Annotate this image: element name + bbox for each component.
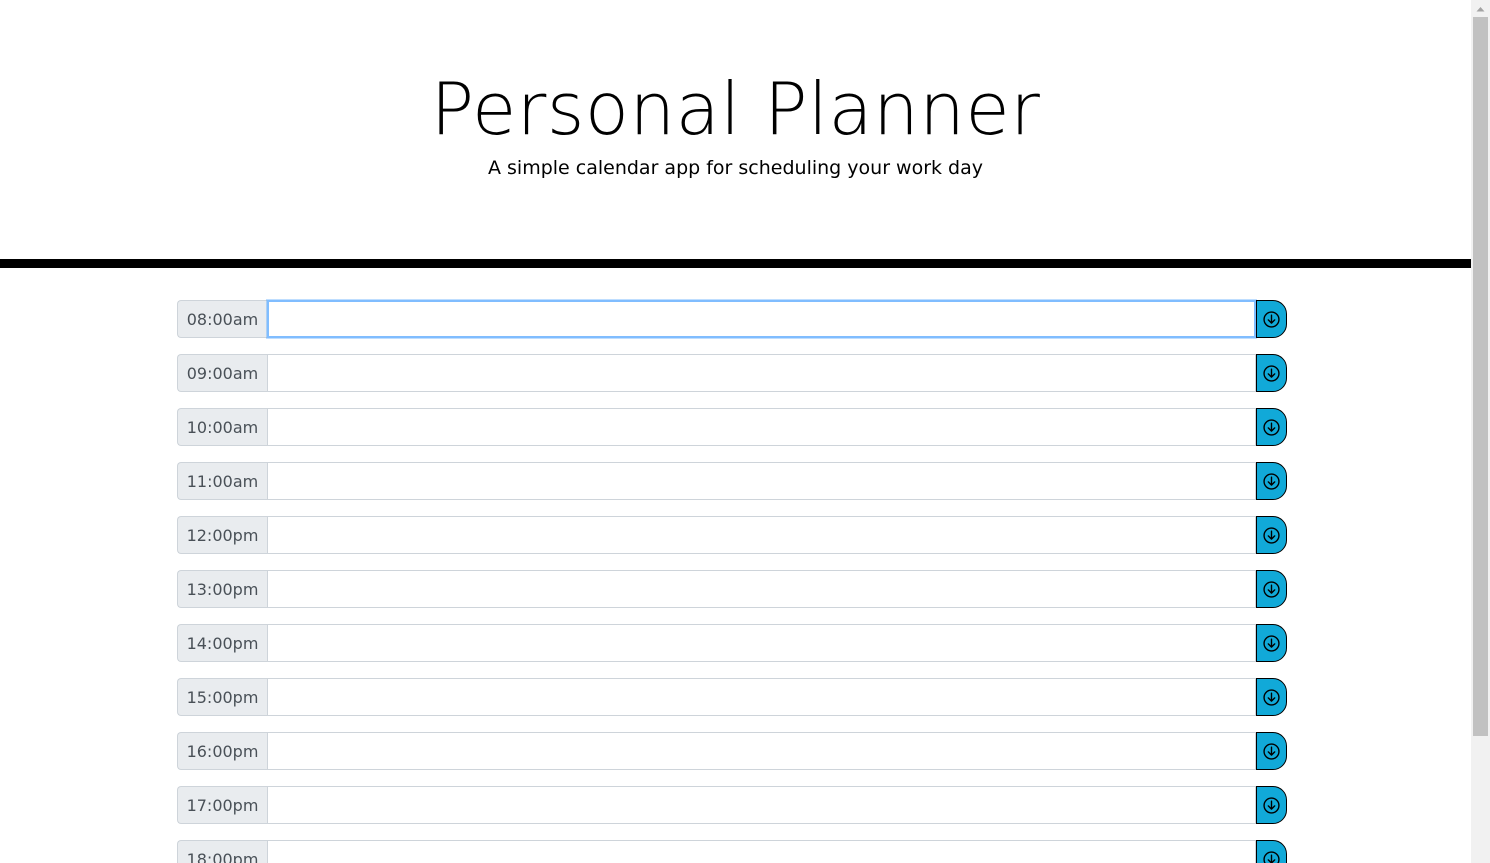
scrollbar-thumb[interactable] xyxy=(1473,17,1488,736)
arrow-down-circle-icon xyxy=(1263,850,1280,863)
task-input[interactable] xyxy=(267,840,1256,863)
task-input[interactable] xyxy=(267,462,1256,500)
timeblock-row: 10:00am xyxy=(177,408,1287,446)
task-input[interactable] xyxy=(267,786,1256,824)
hour-label: 13:00pm xyxy=(177,570,267,608)
arrow-down-circle-icon xyxy=(1263,688,1280,706)
hour-label: 12:00pm xyxy=(177,516,267,554)
task-input[interactable] xyxy=(267,732,1256,770)
task-input[interactable] xyxy=(267,408,1256,446)
hour-label: 18:00pm xyxy=(177,840,267,863)
arrow-down-circle-icon xyxy=(1263,634,1280,652)
timeblock-row: 08:00am xyxy=(177,300,1287,338)
hour-label: 15:00pm xyxy=(177,678,267,716)
save-button[interactable] xyxy=(1256,300,1287,338)
hour-label: 17:00pm xyxy=(177,786,267,824)
timeblock-row: 16:00pm xyxy=(177,732,1287,770)
task-input[interactable] xyxy=(267,678,1256,716)
task-input[interactable] xyxy=(267,354,1256,392)
arrow-down-circle-icon xyxy=(1263,310,1280,328)
hour-label: 10:00am xyxy=(177,408,267,446)
arrow-down-circle-icon xyxy=(1263,796,1280,814)
task-input[interactable] xyxy=(267,300,1256,338)
scroll-up-arrow-icon[interactable] xyxy=(1471,0,1490,17)
timeblock-row: 09:00am xyxy=(177,354,1287,392)
save-button[interactable] xyxy=(1256,462,1287,500)
arrow-down-circle-icon xyxy=(1263,526,1280,544)
save-button[interactable] xyxy=(1256,408,1287,446)
save-button[interactable] xyxy=(1256,732,1287,770)
task-input[interactable] xyxy=(267,570,1256,608)
hour-label: 11:00am xyxy=(177,462,267,500)
page-title: Personal Planner xyxy=(430,67,1041,151)
task-input[interactable] xyxy=(267,624,1256,662)
arrow-down-circle-icon xyxy=(1263,418,1280,436)
save-button[interactable] xyxy=(1256,570,1287,608)
page-subtitle: A simple calendar app for scheduling you… xyxy=(487,157,984,179)
timeblock-row: 12:00pm xyxy=(177,516,1287,554)
save-button[interactable] xyxy=(1256,354,1287,392)
save-button[interactable] xyxy=(1256,624,1287,662)
page: Personal Planner A simple calendar app f… xyxy=(0,0,1471,863)
timeblock-row: 15:00pm xyxy=(177,678,1287,716)
timeblock-row: 18:00pm xyxy=(177,840,1287,863)
timeblock-row: 14:00pm xyxy=(177,624,1287,662)
hour-label: 16:00pm xyxy=(177,732,267,770)
save-button[interactable] xyxy=(1256,840,1287,863)
timeblock-row: 13:00pm xyxy=(177,570,1287,608)
arrow-down-circle-icon xyxy=(1263,742,1280,760)
vertical-scrollbar[interactable] xyxy=(1471,0,1490,863)
save-button[interactable] xyxy=(1256,786,1287,824)
hour-label: 08:00am xyxy=(177,300,267,338)
hour-label: 09:00am xyxy=(177,354,267,392)
arrow-down-circle-icon xyxy=(1263,472,1280,490)
header-divider xyxy=(0,259,1471,268)
timeblock-row: 11:00am xyxy=(177,462,1287,500)
arrow-down-circle-icon xyxy=(1263,580,1280,598)
task-input[interactable] xyxy=(267,516,1256,554)
hour-label: 14:00pm xyxy=(177,624,267,662)
header: Personal Planner A simple calendar app f… xyxy=(0,0,1471,259)
save-button[interactable] xyxy=(1256,516,1287,554)
arrow-down-circle-icon xyxy=(1263,364,1280,382)
timeblock-row: 17:00pm xyxy=(177,786,1287,824)
timeblock-list: 08:00am 09:00am 10:00am 11:00am 12:00pm … xyxy=(177,300,1287,863)
save-button[interactable] xyxy=(1256,678,1287,716)
